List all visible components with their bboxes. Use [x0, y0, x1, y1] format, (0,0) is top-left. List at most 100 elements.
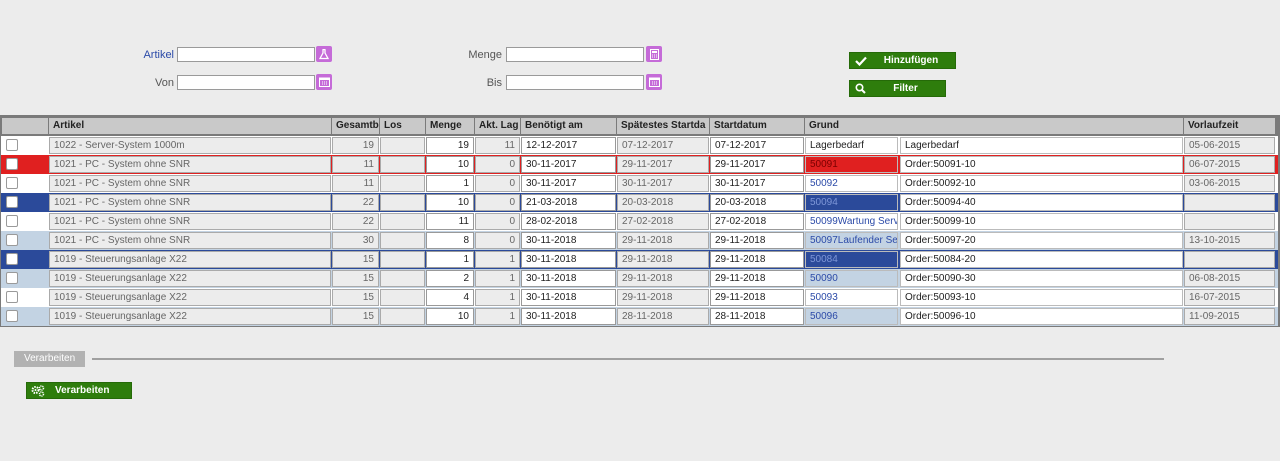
cell-spaetest: 07-12-2017 — [617, 137, 709, 154]
column-header[interactable]: Benötigt am — [521, 118, 616, 134]
table-row[interactable]: 1019 - Steuerungsanlage X22 15 2 1 30-11-201… — [0, 269, 1280, 288]
calendar-icon[interactable] — [316, 74, 332, 90]
menge-input[interactable] — [506, 47, 644, 62]
cell-start[interactable]: 27-02-2018 — [710, 213, 804, 230]
cell-menge[interactable]: 10 — [426, 308, 474, 325]
cell-grund[interactable]: 50084 — [805, 251, 898, 268]
calendar-icon[interactable] — [646, 74, 662, 90]
table-row[interactable]: 1021 - PC - System ohne SNR 22 10 0 21-03-20… — [0, 193, 1280, 212]
cell-menge[interactable]: 10 — [426, 156, 474, 173]
cell-start[interactable]: 07-12-2017 — [710, 137, 804, 154]
cell-los — [380, 194, 425, 211]
table-row[interactable]: 1019 - Steuerungsanlage X22 15 10 1 30-11-20… — [0, 307, 1280, 326]
table-row[interactable]: 1022 - Server-System 1000m 19 19 11 12-12-20… — [0, 136, 1280, 155]
cell-grund[interactable]: 50099Wartung Serv — [805, 213, 898, 230]
filter-button[interactable]: Filter — [849, 80, 946, 97]
row-checkbox[interactable] — [6, 310, 18, 322]
von-label: Von — [155, 77, 174, 89]
cell-grund2: Lagerbedarf — [900, 137, 1183, 154]
cell-benoetigt[interactable]: 30-11-2018 — [521, 251, 616, 268]
cell-start[interactable]: 29-11-2018 — [710, 232, 804, 249]
bis-date-input[interactable] — [506, 75, 644, 90]
cell-benoetigt[interactable]: 21-03-2018 — [521, 194, 616, 211]
table-row[interactable]: 1021 - PC - System ohne SNR 11 1 0 30-11-201… — [0, 174, 1280, 193]
cell-menge[interactable]: 10 — [426, 194, 474, 211]
cell-grund[interactable]: 50090 — [805, 270, 898, 287]
cell-start[interactable]: 29-11-2018 — [710, 289, 804, 306]
cell-grund2: Order:50091-10 — [900, 156, 1183, 173]
cell-menge[interactable]: 1 — [426, 251, 474, 268]
cell-grund[interactable]: 50092 — [805, 175, 898, 192]
cell-start[interactable]: 29-11-2017 — [710, 156, 804, 173]
cell-gesamt: 30 — [332, 232, 379, 249]
cell-akt: 0 — [475, 194, 520, 211]
row-checkbox[interactable] — [6, 253, 18, 265]
cell-vorlauf: 13-10-2015 — [1184, 232, 1275, 249]
row-checkbox[interactable] — [6, 291, 18, 303]
column-header[interactable]: Menge — [426, 118, 474, 134]
column-header[interactable]: Startdatum — [710, 118, 804, 134]
column-header[interactable]: Spätestes Startda — [617, 118, 709, 134]
row-checkbox[interactable] — [6, 272, 18, 284]
row-checkbox[interactable] — [6, 196, 18, 208]
data-grid: Artikel Gesamtb Los Menge Akt. Lag Benötigt a… — [0, 115, 1280, 327]
cell-grund[interactable]: 50094 — [805, 194, 898, 211]
cell-grund[interactable]: 50091 — [805, 156, 898, 173]
row-checkbox[interactable] — [6, 215, 18, 227]
row-checkbox[interactable] — [6, 158, 18, 170]
cell-gesamt: 15 — [332, 289, 379, 306]
cell-start[interactable]: 20-03-2018 — [710, 194, 804, 211]
cell-grund[interactable]: 50097Laufender Se — [805, 232, 898, 249]
von-date-input[interactable] — [177, 75, 315, 90]
column-header[interactable]: Artikel — [49, 118, 331, 134]
column-header[interactable]: Vorlaufzeit — [1184, 118, 1275, 134]
cell-menge[interactable]: 2 — [426, 270, 474, 287]
cell-menge[interactable]: 8 — [426, 232, 474, 249]
cell-benoetigt[interactable]: 30-11-2018 — [521, 270, 616, 287]
cell-benoetigt[interactable]: 30-11-2018 — [521, 232, 616, 249]
cell-benoetigt[interactable]: 12-12-2017 — [521, 137, 616, 154]
row-checkbox[interactable] — [6, 177, 18, 189]
cell-grund[interactable]: 50096 — [805, 308, 898, 325]
section-tab: Verarbeiten — [14, 351, 86, 367]
table-row[interactable]: 1019 - Steuerungsanlage X22 15 1 1 30-11-201… — [0, 250, 1280, 269]
column-header[interactable]: Akt. Lag — [475, 118, 520, 134]
cell-menge[interactable]: 4 — [426, 289, 474, 306]
cell-grund[interactable]: Lagerbedarf — [805, 137, 898, 154]
cell-menge[interactable]: 1 — [426, 175, 474, 192]
cell-gesamt: 11 — [332, 156, 379, 173]
flask-icon[interactable] — [316, 46, 332, 62]
cell-menge[interactable]: 19 — [426, 137, 474, 154]
cell-artikel: 1021 - PC - System ohne SNR — [49, 232, 331, 249]
calculator-icon[interactable] — [646, 46, 662, 62]
cell-start[interactable]: 29-11-2018 — [710, 251, 804, 268]
cell-akt: 0 — [475, 213, 520, 230]
table-row[interactable]: 1021 - PC - System ohne SNR 30 8 0 30-11-201… — [0, 231, 1280, 250]
cell-menge[interactable]: 11 — [426, 213, 474, 230]
table-row[interactable]: 1021 - PC - System ohne SNR 22 11 0 28-02-20… — [0, 212, 1280, 231]
cell-start[interactable]: 28-11-2018 — [710, 308, 804, 325]
artikel-label[interactable]: Artikel — [140, 49, 174, 61]
column-header[interactable]: Grund — [805, 118, 1183, 134]
column-header[interactable]: Gesamtb — [332, 118, 379, 134]
row-checkbox[interactable] — [6, 234, 18, 246]
cell-start[interactable]: 30-11-2017 — [710, 175, 804, 192]
cell-spaetest: 30-11-2017 — [617, 175, 709, 192]
artikel-input[interactable] — [177, 47, 315, 62]
process-button[interactable]: Verarbeiten — [26, 382, 132, 399]
cell-benoetigt[interactable]: 30-11-2017 — [521, 175, 616, 192]
cell-benoetigt[interactable]: 30-11-2017 — [521, 156, 616, 173]
cell-grund[interactable]: 50093 — [805, 289, 898, 306]
add-button[interactable]: Hinzufügen — [849, 52, 956, 69]
table-row[interactable]: 1019 - Steuerungsanlage X22 15 4 1 30-11-201… — [0, 288, 1280, 307]
row-checkbox[interactable] — [6, 139, 18, 151]
table-row[interactable]: 1021 - PC - System ohne SNR 11 10 0 30-11-20… — [0, 155, 1280, 174]
cell-benoetigt[interactable]: 28-02-2018 — [521, 213, 616, 230]
cell-los — [380, 137, 425, 154]
cell-start[interactable]: 29-11-2018 — [710, 270, 804, 287]
column-header[interactable]: Los — [380, 118, 425, 134]
cell-vorlauf — [1184, 251, 1275, 268]
cell-benoetigt[interactable]: 30-11-2018 — [521, 308, 616, 325]
cell-benoetigt[interactable]: 30-11-2018 — [521, 289, 616, 306]
cell-akt: 1 — [475, 251, 520, 268]
